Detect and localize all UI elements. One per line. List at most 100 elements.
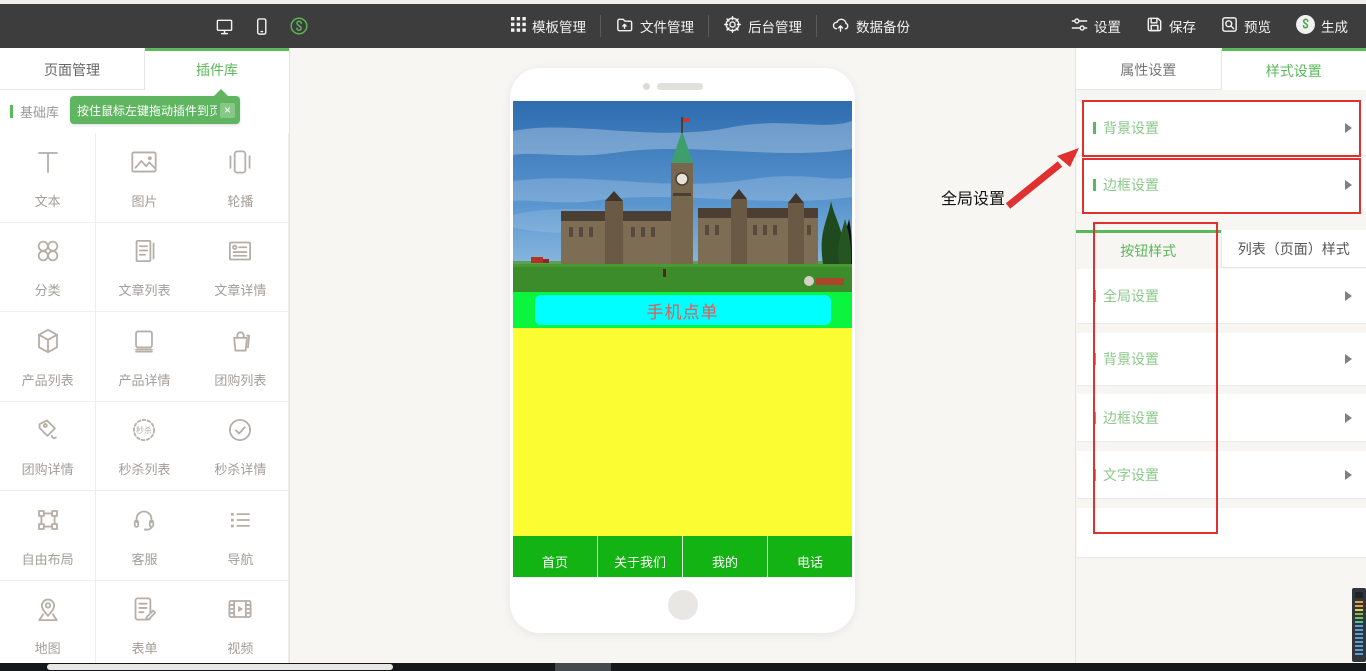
plugin-item[interactable]: 自由布局 bbox=[0, 491, 96, 581]
button-section-global[interactable]: 全局设置 bbox=[1077, 269, 1366, 324]
action-label: 设置 bbox=[1094, 16, 1121, 36]
green-marker bbox=[10, 105, 13, 118]
tooltip-close-icon[interactable]: × bbox=[220, 103, 235, 118]
plugin-item[interactable]: 图片 bbox=[96, 133, 192, 223]
title-button[interactable]: 手机点单 bbox=[535, 295, 831, 325]
empty-section-row bbox=[1077, 508, 1366, 558]
annotation-label: 全局设置 bbox=[941, 185, 1005, 209]
toolbar-menu-item[interactable]: 文件管理 bbox=[600, 15, 708, 37]
chevron-right-icon bbox=[1345, 180, 1352, 190]
phone-nav-item[interactable]: 首页 bbox=[513, 536, 597, 577]
device-preview-toggle bbox=[215, 4, 309, 48]
button-section-text[interactable]: 文字设置 bbox=[1077, 451, 1366, 499]
groupbuy-list-icon bbox=[223, 324, 257, 363]
image-icon bbox=[127, 145, 161, 184]
library-header-row: 基础库 按住鼠标左键拖动插件到页 × bbox=[0, 90, 289, 133]
section-label: 全局设置 bbox=[1103, 286, 1159, 306]
plugin-item[interactable]: 秒杀 秒杀列表 bbox=[96, 402, 192, 492]
horizontal-scrollbar[interactable] bbox=[0, 663, 1366, 671]
phone-bottom-nav: 首页关于我们我的电话 bbox=[513, 536, 852, 577]
plugin-item[interactable]: 文本 bbox=[0, 133, 96, 223]
section-label: 背景设置 bbox=[1103, 118, 1159, 138]
toolbar-menu-item[interactable]: 模板管理 bbox=[497, 16, 600, 36]
plugin-item[interactable]: 秒杀详情 bbox=[193, 402, 289, 492]
section-label: 边框设置 bbox=[1103, 408, 1159, 428]
sub-tab-list-style[interactable]: 列表（页面）样式 bbox=[1221, 230, 1366, 268]
flashsale-list-icon: 秒杀 bbox=[127, 413, 161, 452]
plugin-item[interactable]: 轮播 bbox=[193, 133, 289, 223]
action-label: 生成 bbox=[1321, 16, 1348, 36]
sliders-icon bbox=[1070, 15, 1089, 37]
style-section-border[interactable]: 边框设置 bbox=[1077, 158, 1366, 213]
action-label: 预览 bbox=[1244, 16, 1271, 36]
toolbar-action-button[interactable]: 预览 bbox=[1220, 15, 1271, 37]
settings-tab[interactable]: 样式设置 bbox=[1222, 48, 1366, 90]
preview-icon bbox=[1220, 15, 1239, 37]
plugin-label: 团购列表 bbox=[214, 370, 266, 389]
plugin-item[interactable]: 产品列表 bbox=[0, 312, 96, 402]
plugin-item[interactable]: 表单 bbox=[96, 581, 192, 671]
plugin-label: 团购详情 bbox=[22, 459, 74, 478]
toolbar-menu-item[interactable]: 数据备份 bbox=[816, 15, 924, 37]
phone-home-button bbox=[668, 590, 698, 620]
plugin-item[interactable]: 导航 bbox=[193, 491, 289, 581]
scrollbar-thumb[interactable] bbox=[47, 664, 393, 670]
green-marker bbox=[1093, 469, 1096, 481]
scrollbar-segment bbox=[555, 663, 611, 671]
plugin-label: 自由布局 bbox=[22, 549, 74, 568]
plugin-item[interactable]: 地图 bbox=[0, 581, 96, 671]
toolbar-action-button[interactable]: 设置 bbox=[1070, 15, 1121, 37]
button-section-border[interactable]: 边框设置 bbox=[1077, 394, 1366, 442]
chevron-right-icon bbox=[1345, 123, 1352, 133]
page-body-block[interactable] bbox=[513, 328, 852, 536]
plugin-grid: 文本 图片 轮播 分类 文章列表 bbox=[0, 133, 289, 670]
plugin-label: 导航 bbox=[227, 549, 253, 568]
top-toolbar: 模板管理 文件管理 后台管理 数据备份 bbox=[0, 4, 1366, 48]
green-marker bbox=[1093, 412, 1096, 424]
sub-tab-button-style[interactable]: 按钮样式 bbox=[1076, 230, 1221, 268]
plugin-item[interactable]: 文章列表 bbox=[96, 223, 192, 313]
chevron-right-icon bbox=[1345, 354, 1352, 364]
toolbar-action-button[interactable]: 保存 bbox=[1145, 15, 1196, 37]
library-label: 基础库 bbox=[20, 102, 59, 121]
product-detail-icon bbox=[127, 324, 161, 363]
action-label: 保存 bbox=[1169, 16, 1196, 36]
smartphone-icon[interactable] bbox=[252, 17, 271, 36]
save-icon bbox=[1145, 15, 1164, 37]
phone-nav-item[interactable]: 电话 bbox=[767, 536, 852, 577]
plugin-item[interactable]: 客服 bbox=[96, 491, 192, 581]
banner-image[interactable] bbox=[513, 101, 852, 292]
plugin-label: 文章列表 bbox=[118, 280, 170, 299]
plugin-item[interactable]: 分类 bbox=[0, 223, 96, 313]
title-strip: 手机点单 bbox=[513, 292, 852, 328]
button-section-bg[interactable]: 背景设置 bbox=[1077, 333, 1366, 386]
groupbuy-detail-icon bbox=[31, 413, 65, 452]
settings-tab[interactable]: 属性设置 bbox=[1076, 48, 1222, 90]
menu-label: 后台管理 bbox=[748, 16, 802, 36]
section-label: 边框设置 bbox=[1103, 175, 1159, 195]
plugin-item[interactable]: 视频 bbox=[193, 581, 289, 671]
chevron-right-icon bbox=[1345, 291, 1352, 301]
toolbar-menu-item[interactable]: 后台管理 bbox=[708, 15, 816, 37]
minimap-widget[interactable] bbox=[1352, 588, 1366, 662]
link-icon[interactable] bbox=[289, 16, 309, 36]
sidebar-tab[interactable]: 插件库 bbox=[145, 48, 289, 90]
phone-nav-item[interactable]: 关于我们 bbox=[597, 536, 682, 577]
form-icon bbox=[127, 592, 161, 631]
plugin-label: 图片 bbox=[131, 191, 157, 210]
toolbar-action-button[interactable]: 生成 bbox=[1295, 14, 1348, 38]
chevron-right-icon bbox=[1345, 413, 1352, 423]
phone-screen: 手机点单 首页关于我们我的电话 bbox=[513, 101, 852, 577]
plugin-item[interactable]: 团购详情 bbox=[0, 402, 96, 492]
sidebar-tab[interactable]: 页面管理 bbox=[0, 48, 145, 90]
settings-tabs: 属性设置样式设置 bbox=[1076, 48, 1366, 90]
plugin-label: 秒杀详情 bbox=[214, 459, 266, 478]
phone-nav-item[interactable]: 我的 bbox=[682, 536, 767, 577]
plugin-label: 轮播 bbox=[227, 191, 253, 210]
plugin-item[interactable]: 文章详情 bbox=[193, 223, 289, 313]
plugin-item[interactable]: 产品详情 bbox=[96, 312, 192, 402]
plugin-label: 表单 bbox=[131, 638, 157, 657]
monitor-icon[interactable] bbox=[215, 17, 234, 36]
style-section-bg[interactable]: 背景设置 bbox=[1077, 101, 1366, 156]
plugin-item[interactable]: 团购列表 bbox=[193, 312, 289, 402]
